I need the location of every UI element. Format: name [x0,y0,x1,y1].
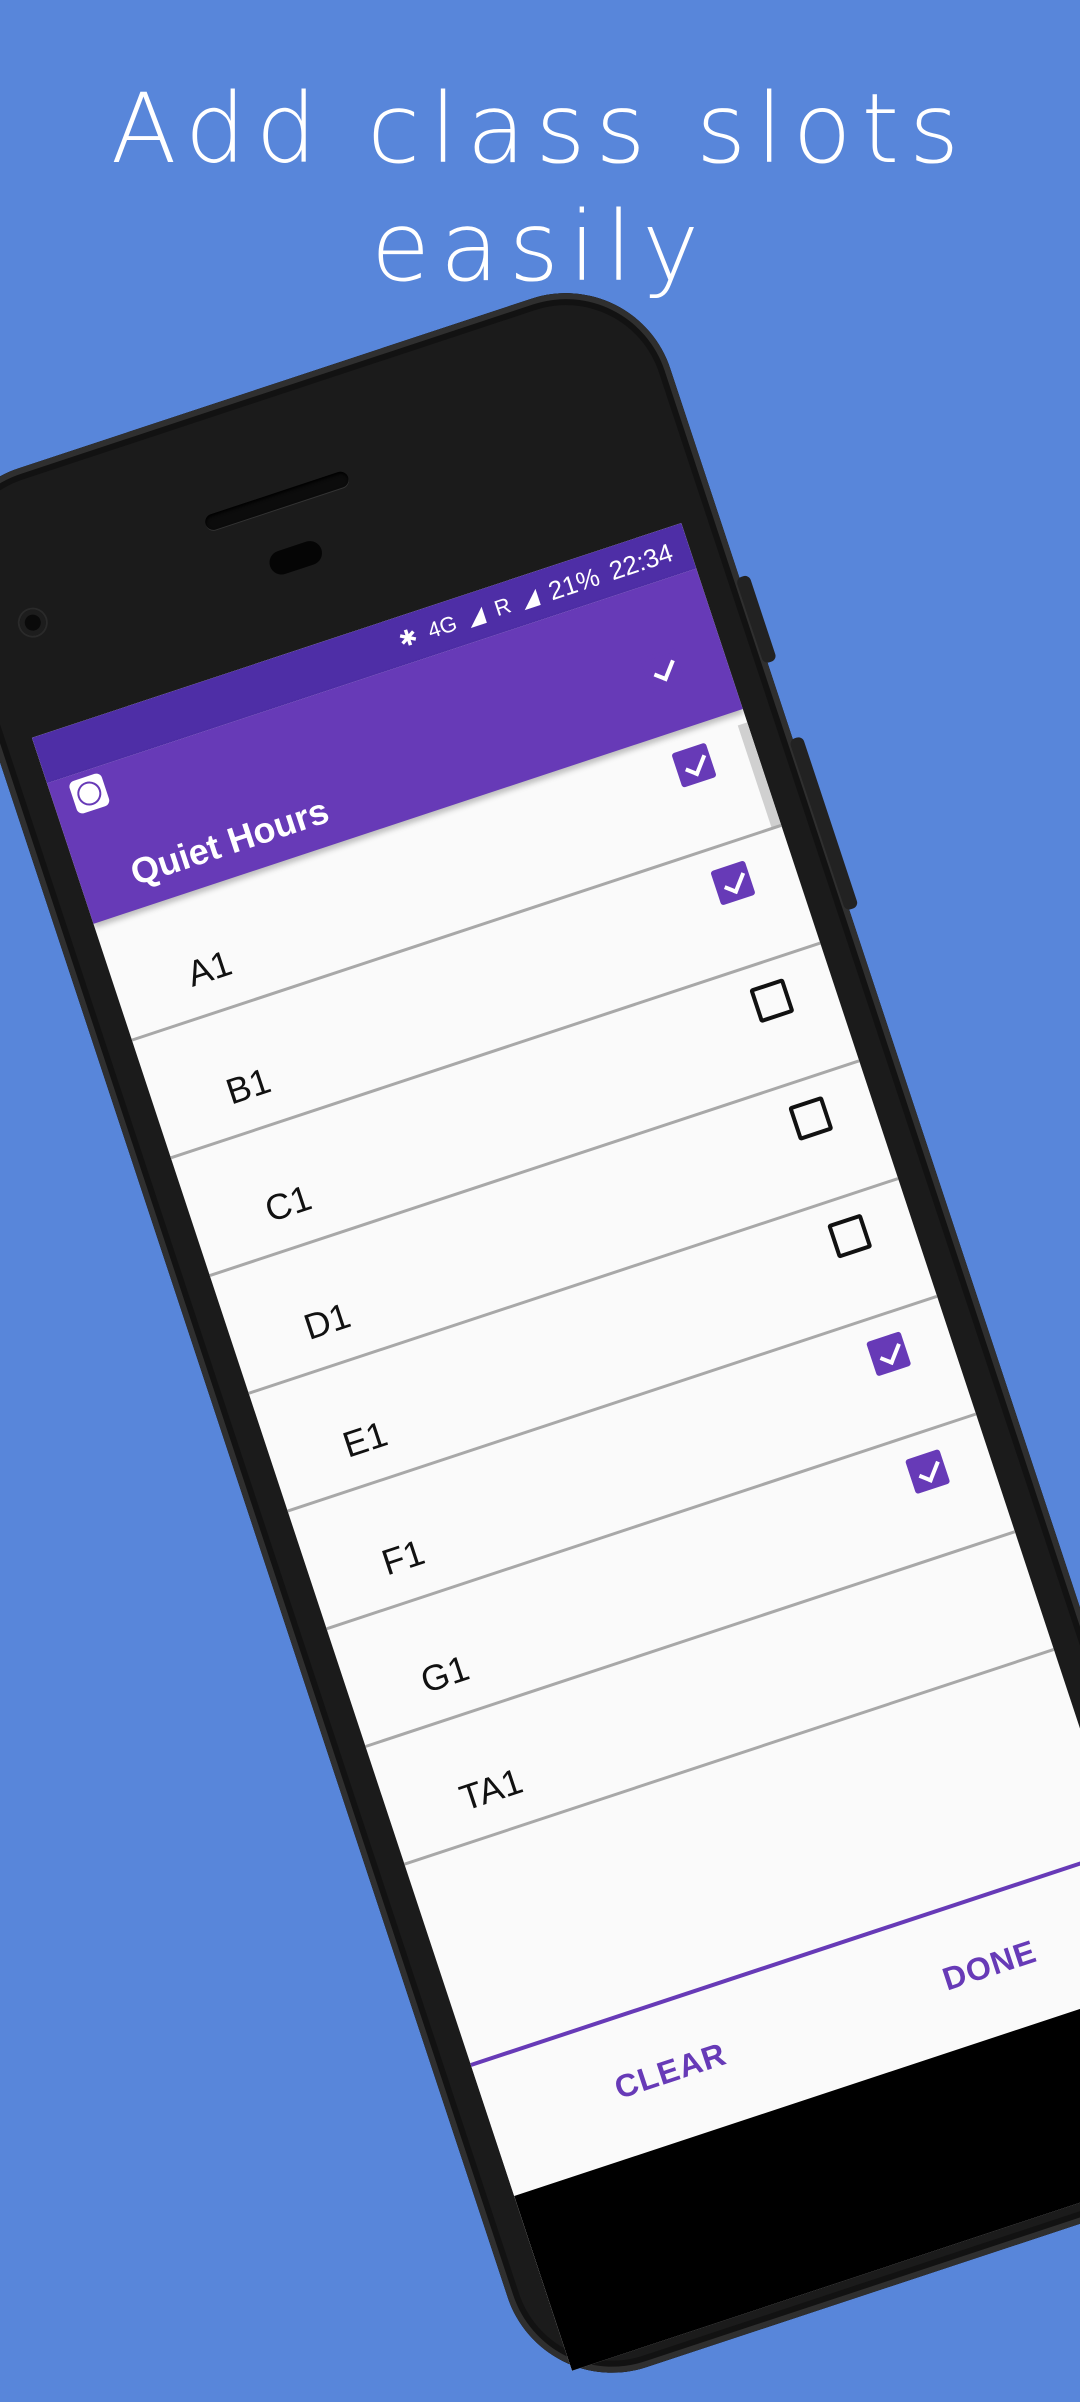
proximity-sensor [266,537,326,578]
slot-checkbox[interactable] [788,1095,834,1142]
power-button [735,574,778,665]
slot-checkbox[interactable] [710,860,756,906]
signal-icon: ◢ [517,583,542,613]
headline: Add class slots easily [0,70,1080,306]
slot-label: B1 [220,1059,276,1113]
slot-label: A1 [181,941,237,995]
battery-level: 21% [544,560,604,606]
slot-checkbox[interactable] [865,1331,912,1377]
app-icon [67,772,111,815]
roaming-indicator: R [491,592,515,622]
slot-checkbox[interactable] [671,742,717,788]
slot-list: A1 B1 C1 D1 E1 F1 G1 TA1 [93,647,1055,1866]
headline-line-2: easily [370,191,710,303]
app-screen: ✱ 4G ◢ R ◢ 21% 22:34 Quiet Hours A1 B1 C… [31,522,1080,2371]
slot-label: C1 [259,1176,317,1231]
slot-checkbox[interactable] [749,977,795,1024]
earpiece-speaker [203,469,351,532]
slot-label: F1 [376,1531,430,1584]
clear-button[interactable]: CLEAR [610,2036,731,2107]
slot-label: E1 [337,1412,393,1466]
slot-label: D1 [298,1294,356,1348]
slot-label: G1 [415,1646,474,1701]
slot-label: TA1 [454,1759,528,1819]
front-camera [16,606,50,640]
phone-body: ✱ 4G ◢ R ◢ 21% 22:34 Quiet Hours A1 B1 C… [0,264,1080,2402]
done-button[interactable]: DONE [938,1933,1041,1998]
slot-checkbox[interactable] [827,1213,873,1259]
network-type: 4G [424,610,461,644]
bluetooth-icon: ✱ [395,623,421,653]
signal-icon: ◢ [463,601,488,631]
headline-line-1: Add class slots [110,73,970,185]
slot-checkbox[interactable] [904,1448,951,1495]
